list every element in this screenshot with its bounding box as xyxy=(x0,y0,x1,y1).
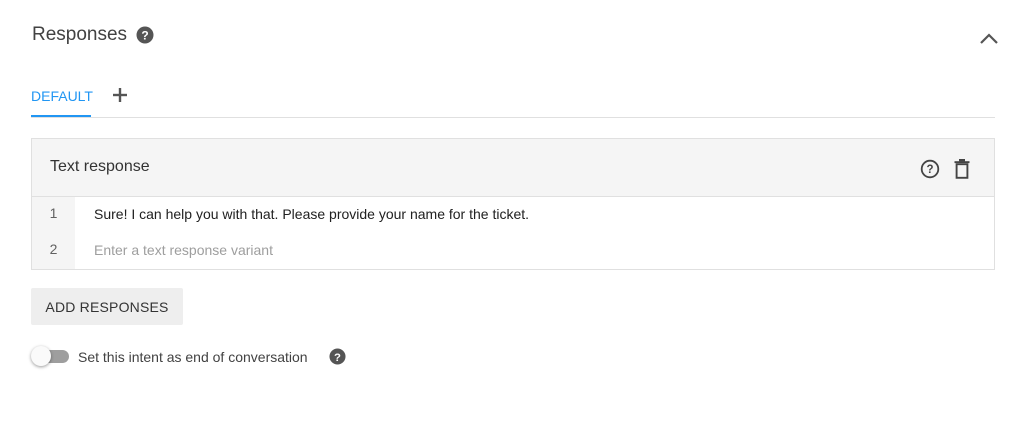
plus-icon[interactable] xyxy=(111,86,129,104)
text-response-card: Text response ? 1 Sure! I can help you w… xyxy=(31,138,995,270)
response-text[interactable]: Sure! I can help you with that. Please p… xyxy=(94,206,529,222)
add-responses-button[interactable]: ADD RESPONSES xyxy=(31,288,183,325)
card-title: Text response xyxy=(50,158,150,175)
tab-default-label: DEFAULT xyxy=(31,88,93,104)
svg-text:?: ? xyxy=(334,352,341,364)
end-conversation-label: Set this intent as end of conversation xyxy=(78,349,308,365)
response-variant-input[interactable] xyxy=(94,237,974,263)
svg-text:?: ? xyxy=(926,164,933,176)
response-row: 1 Sure! I can help you with that. Please… xyxy=(32,197,994,233)
help-outline-icon[interactable]: ? xyxy=(920,159,940,179)
end-conversation-toggle[interactable] xyxy=(31,346,69,366)
trash-icon[interactable] xyxy=(953,158,971,180)
response-row: 2 xyxy=(32,233,994,269)
section-title: Responses xyxy=(32,24,128,45)
toggle-thumb xyxy=(31,346,51,366)
response-tabs: DEFAULT xyxy=(31,80,995,118)
card-header: Text response ? xyxy=(32,139,994,197)
row-number: 2 xyxy=(32,233,75,269)
responses-section-header: Responses ? xyxy=(32,20,1000,52)
help-circle-icon[interactable]: ? xyxy=(136,26,154,44)
help-circle-icon[interactable]: ? xyxy=(329,348,346,365)
tab-default[interactable]: DEFAULT xyxy=(31,80,93,117)
row-number: 1 xyxy=(32,197,75,233)
svg-text:?: ? xyxy=(141,29,148,43)
chevron-up-icon[interactable] xyxy=(978,28,1000,50)
